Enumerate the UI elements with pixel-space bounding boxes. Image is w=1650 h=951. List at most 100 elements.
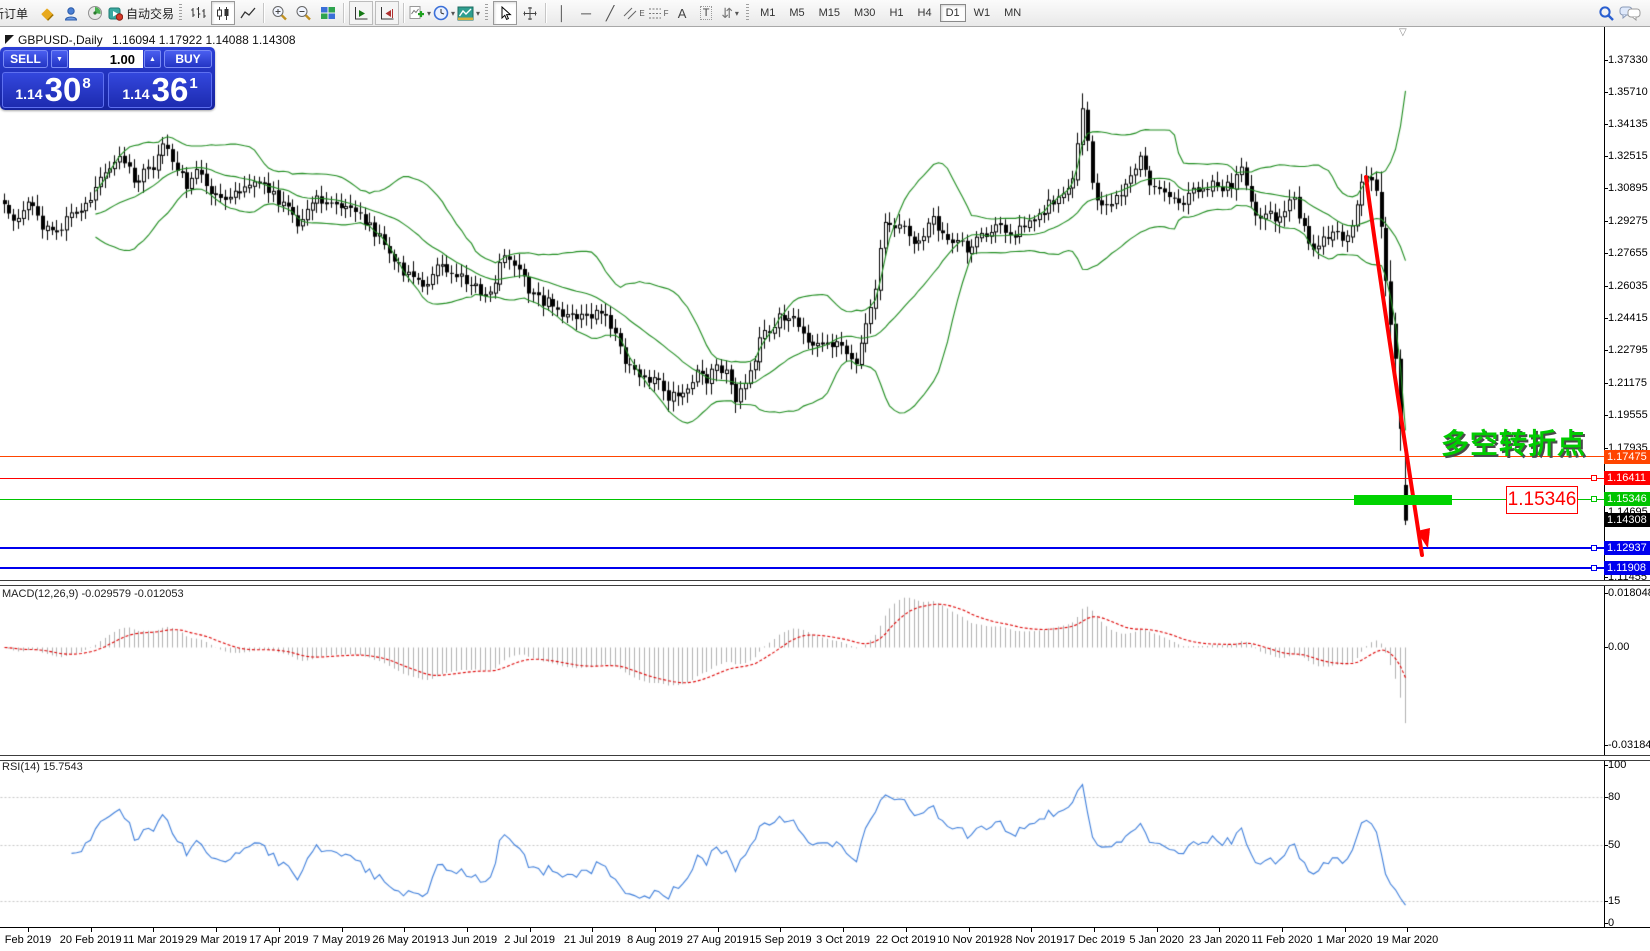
timeframe-m1-button[interactable]: M1	[754, 4, 781, 22]
bar-chart-icon	[190, 6, 207, 21]
date-tick-mark	[1345, 928, 1346, 932]
date-tick-mark	[279, 928, 280, 932]
axis-tick-label: 80	[1608, 791, 1620, 803]
price-tick-label: 1.22795	[1608, 344, 1648, 356]
templates-button[interactable]: ▾	[457, 2, 480, 24]
level-line-handle[interactable]	[1591, 565, 1597, 571]
buy-button[interactable]: BUY	[164, 50, 212, 68]
date-tick-mark	[1219, 928, 1220, 932]
axis-tick-label: 50	[1608, 839, 1620, 851]
new-order-button[interactable]: 新订单	[0, 2, 34, 24]
fibonacci-tool[interactable]: F	[647, 2, 669, 24]
toolbar-separator	[545, 3, 547, 23]
timeframe-h4-button[interactable]: H4	[912, 4, 938, 22]
volume-decrease-button[interactable]: ▼	[51, 50, 68, 68]
timeframe-buttons: M1M5M15M30H1H4D1W1MN	[753, 4, 1028, 22]
green-highlight-bar[interactable]	[1354, 495, 1452, 505]
sell-button[interactable]: SELL	[3, 50, 48, 68]
tile-windows-icon	[320, 6, 336, 20]
timeframe-w1-button[interactable]: W1	[968, 4, 997, 22]
chevron-down-icon: ▾	[735, 9, 739, 18]
rsi-pane-canvas[interactable]	[0, 760, 1604, 927]
macd-pane-canvas[interactable]	[0, 585, 1604, 754]
date-tick-label: 23 Jan 2020	[1189, 934, 1250, 946]
periods-button[interactable]: ▾	[433, 2, 455, 24]
price-tick-label: 1.26035	[1608, 280, 1648, 292]
channel-icon	[623, 6, 639, 21]
turning-point-annotation[interactable]: 多空转折点	[1441, 422, 1586, 462]
timeframe-h1-button[interactable]: H1	[883, 4, 909, 22]
auto-scroll-button[interactable]	[349, 1, 373, 25]
horizontal-level-line[interactable]	[0, 478, 1604, 479]
toolbar-grip[interactable]	[179, 4, 182, 22]
vertical-line-tool[interactable]: │	[551, 2, 573, 24]
pane-divider[interactable]	[0, 755, 1650, 761]
price-tick-label: 1.27655	[1608, 247, 1648, 259]
text-label-tool[interactable]: T	[695, 2, 717, 24]
pane-divider[interactable]	[0, 580, 1650, 586]
text-tool[interactable]: A	[671, 2, 693, 24]
chat-bubbles-icon	[1619, 5, 1641, 21]
cursor-tool-button[interactable]	[493, 1, 517, 25]
toolbar-right-group	[1594, 0, 1642, 26]
axis-tick-label: 100	[1608, 759, 1626, 771]
bar-chart-button[interactable]	[187, 2, 209, 24]
price-badge: 1.17475	[1604, 450, 1650, 464]
horizontal-line-tool[interactable]: ─	[575, 2, 597, 24]
horizontal-level-line[interactable]	[0, 567, 1604, 569]
zoom-out-button[interactable]	[293, 2, 315, 24]
chart-title-ohlc: 1.16094 1.17922 1.14088 1.14308	[112, 33, 296, 47]
toolbar-grip[interactable]	[485, 4, 488, 22]
toolbar-grip[interactable]	[746, 4, 749, 22]
candlestick-chart-button[interactable]	[211, 1, 235, 25]
expert-advisor-icon[interactable]	[60, 2, 82, 24]
date-tick-mark	[592, 928, 593, 932]
arrows-tool[interactable]: ⇵ ▾	[719, 2, 741, 24]
date-tick-mark	[342, 928, 343, 932]
ask-price-box[interactable]: 1.14 36 1	[108, 72, 212, 108]
date-tick-label: 26 May 2019	[372, 934, 436, 946]
crosshair-tool-button[interactable]	[519, 2, 541, 24]
timeframe-m5-button[interactable]: M5	[783, 4, 810, 22]
timeframe-m30-button[interactable]: M30	[848, 4, 881, 22]
auto-scroll-icon	[353, 6, 369, 21]
line-chart-button[interactable]	[237, 2, 259, 24]
search-button[interactable]	[1595, 2, 1617, 24]
price-tick-label: 1.35710	[1608, 86, 1648, 98]
chat-button[interactable]	[1619, 2, 1641, 24]
chart-shift-marker-icon[interactable]: ▽	[1399, 27, 1407, 38]
level-line-handle[interactable]	[1591, 496, 1597, 502]
date-tick-mark	[153, 928, 154, 932]
rsi-label: RSI(14) 15.7543	[2, 761, 83, 773]
date-tick-label: 28 Nov 2019	[1000, 934, 1062, 946]
timeframe-m15-button[interactable]: M15	[813, 4, 846, 22]
fibonacci-icon	[648, 6, 664, 21]
bid-price-box[interactable]: 1.14 30 8	[2, 72, 104, 108]
bid-pip-digit: 8	[82, 75, 90, 92]
fibonacci-letter: F	[664, 9, 669, 18]
volume-input[interactable]	[69, 50, 143, 68]
price-level-label-box[interactable]: 1.15346	[1506, 486, 1578, 514]
search-icon	[1598, 5, 1615, 22]
date-tick-label: 17 Apr 2019	[249, 934, 308, 946]
tile-windows-button[interactable]	[317, 2, 339, 24]
equidistant-channel-tool[interactable]: E	[623, 2, 645, 24]
volume-increase-button[interactable]: ▲	[144, 50, 161, 68]
chart-symbol-icon	[5, 35, 14, 44]
timeframe-mn-button[interactable]: MN	[998, 4, 1027, 22]
date-tick-mark	[780, 928, 781, 932]
zoom-in-button[interactable]	[269, 2, 291, 24]
timeframe-d1-button[interactable]: D1	[940, 4, 966, 22]
price-badge: 1.12937	[1604, 541, 1650, 555]
trendline-tool[interactable]: ╱	[599, 2, 621, 24]
history-center-icon[interactable]: ◆	[36, 2, 58, 24]
data-feed-icon[interactable]	[84, 2, 106, 24]
chart-shift-button[interactable]	[375, 1, 399, 25]
level-line-handle[interactable]	[1591, 475, 1597, 481]
horizontal-level-line[interactable]	[0, 456, 1604, 457]
price-tick-label: 1.19555	[1608, 409, 1648, 421]
horizontal-level-line[interactable]	[0, 547, 1604, 549]
level-line-handle[interactable]	[1591, 545, 1597, 551]
auto-trading-button[interactable]: 自动交易	[108, 2, 174, 24]
indicators-button[interactable]: ▾	[409, 2, 431, 24]
